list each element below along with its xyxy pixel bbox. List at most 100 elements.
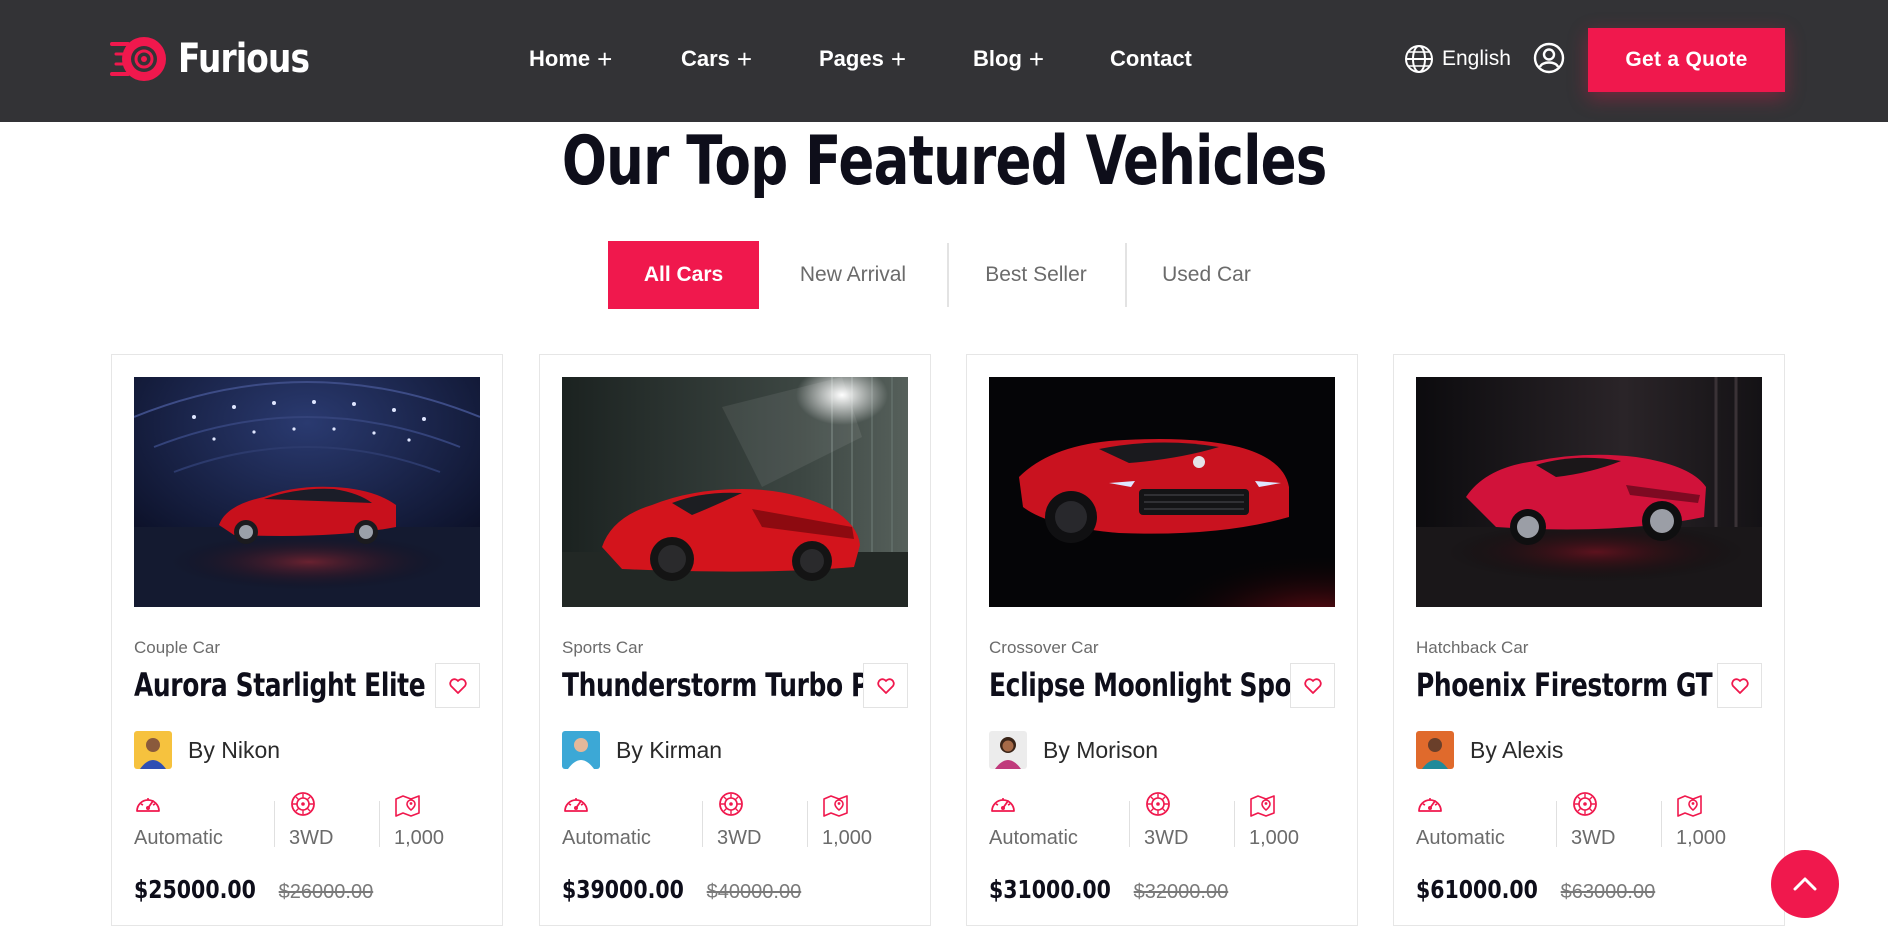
vehicle-image[interactable] bbox=[1416, 377, 1762, 607]
vehicle-author: By Morison bbox=[989, 731, 1158, 769]
spec-divider bbox=[379, 801, 380, 847]
tab-label: Used Car bbox=[1162, 263, 1251, 286]
language-switcher[interactable]: English bbox=[1404, 44, 1511, 74]
favorite-button[interactable] bbox=[435, 663, 480, 708]
spec-value: 3WD bbox=[289, 827, 334, 849]
vehicle-card[interactable]: Crossover Car Eclipse Moonlight Sport By… bbox=[966, 354, 1358, 926]
favorite-button[interactable] bbox=[1717, 663, 1762, 708]
brand-name: Furious bbox=[178, 36, 310, 82]
tab-new-arrival[interactable]: New Arrival bbox=[759, 241, 947, 309]
current-price: $31000.00 bbox=[989, 875, 1111, 904]
spec-divider bbox=[1556, 801, 1557, 847]
wheel-icon bbox=[1573, 792, 1597, 816]
plus-icon: + bbox=[736, 44, 753, 74]
spec-value: 3WD bbox=[1144, 827, 1189, 849]
nav-item-label: Contact bbox=[1110, 46, 1192, 71]
heart-icon bbox=[448, 677, 467, 694]
nav-item-label: Blog bbox=[973, 46, 1022, 71]
vehicle-name[interactable]: Phoenix Firestorm GT bbox=[1416, 665, 1713, 705]
tab-divider bbox=[1125, 243, 1127, 307]
spec-value: 1,000 bbox=[394, 827, 445, 849]
vehicle-name[interactable]: Aurora Starlight Elite bbox=[134, 665, 426, 705]
vehicle-specs: Automatic 3WD 1,000 bbox=[989, 791, 1335, 851]
nav-item-pages[interactable]: Pages + bbox=[819, 44, 973, 74]
spec-transmission: Automatic bbox=[134, 791, 274, 851]
speedometer-icon bbox=[564, 798, 588, 812]
spec-transmission: Automatic bbox=[1416, 791, 1556, 851]
current-price: $25000.00 bbox=[134, 875, 256, 904]
brand-logo[interactable]: Furious bbox=[110, 30, 338, 88]
vehicle-card[interactable]: Sports Car Thunderstorm Turbo Pro By Kir… bbox=[539, 354, 931, 926]
author-name: By Kirman bbox=[616, 736, 723, 763]
spec-value: 1,000 bbox=[1676, 827, 1727, 849]
avatar bbox=[1416, 731, 1454, 769]
old-price: $26000.00 bbox=[278, 881, 374, 903]
current-price: $39000.00 bbox=[562, 875, 684, 904]
spec-mileage: 1,000 bbox=[1661, 791, 1762, 851]
vehicle-card[interactable]: Hatchback Car Phoenix Firestorm GT By Al… bbox=[1393, 354, 1785, 926]
spec-value: 1,000 bbox=[1249, 827, 1300, 849]
spec-divider bbox=[807, 801, 808, 847]
vehicle-specs: Automatic 3WD 1,000 bbox=[1416, 791, 1762, 851]
old-price: $40000.00 bbox=[706, 881, 802, 903]
chevron-up-icon bbox=[1793, 877, 1817, 891]
tab-used-car[interactable]: Used Car bbox=[1125, 241, 1288, 309]
map-pin-icon bbox=[395, 795, 420, 817]
author-name: By Nikon bbox=[188, 736, 281, 763]
current-price: $61000.00 bbox=[1416, 875, 1538, 904]
site-header: Furious Home + Cars + Pages + Blog + Contact… bbox=[0, 0, 1888, 122]
spec-value: Automatic bbox=[134, 827, 223, 849]
vehicle-category: Sports Car bbox=[562, 638, 644, 657]
tab-all-cars[interactable]: All Cars bbox=[608, 241, 759, 309]
spec-drive: 3WD bbox=[1129, 791, 1234, 851]
author-name: By Alexis bbox=[1470, 736, 1564, 763]
vehicle-category: Hatchback Car bbox=[1416, 638, 1529, 657]
speedometer-icon bbox=[991, 798, 1015, 812]
vehicle-price: $61000.00 $63000.00 bbox=[1416, 875, 1655, 904]
map-pin-icon bbox=[1250, 795, 1275, 817]
wheel-icon bbox=[1146, 792, 1170, 816]
nav-item-contact[interactable]: Contact bbox=[1110, 44, 1192, 74]
main-nav: Home + Cars + Pages + Blog + Contact bbox=[529, 44, 1192, 74]
nav-item-blog[interactable]: Blog + bbox=[973, 44, 1110, 74]
vehicle-name[interactable]: Eclipse Moonlight Sport bbox=[989, 665, 1315, 705]
wheel-logo-icon bbox=[110, 37, 166, 81]
spec-divider bbox=[1234, 801, 1235, 847]
vehicle-category: Crossover Car bbox=[989, 638, 1099, 657]
vehicle-image[interactable] bbox=[989, 377, 1335, 607]
spec-value: 1,000 bbox=[822, 827, 873, 849]
nav-item-home[interactable]: Home + bbox=[529, 44, 681, 74]
get-a-quote-button[interactable]: Get a Quote bbox=[1588, 28, 1785, 92]
heart-icon bbox=[1730, 677, 1749, 694]
spec-divider bbox=[1661, 801, 1662, 847]
nav-item-label: Pages bbox=[819, 46, 884, 71]
nav-item-cars[interactable]: Cars + bbox=[681, 44, 819, 74]
spec-mileage: 1,000 bbox=[807, 791, 908, 851]
tab-best-seller[interactable]: Best Seller bbox=[947, 241, 1125, 309]
vehicle-price: $25000.00 $26000.00 bbox=[134, 875, 373, 904]
avatar bbox=[134, 731, 172, 769]
vehicle-image[interactable] bbox=[562, 377, 908, 607]
spec-divider bbox=[1129, 801, 1130, 847]
vehicle-price: $39000.00 $40000.00 bbox=[562, 875, 801, 904]
section-title: Our Top Featured Vehicles bbox=[0, 122, 1888, 202]
favorite-button[interactable] bbox=[863, 663, 908, 708]
vehicle-image[interactable] bbox=[134, 377, 480, 607]
tab-label: New Arrival bbox=[799, 263, 907, 286]
spec-mileage: 1,000 bbox=[1234, 791, 1335, 851]
vehicle-filter-tabs: All Cars New Arrival Best Seller Used Ca… bbox=[608, 241, 1288, 309]
scroll-to-top-button[interactable] bbox=[1771, 850, 1839, 918]
vehicle-specs: Automatic 3WD 1,000 bbox=[562, 791, 908, 851]
vehicle-name[interactable]: Thunderstorm Turbo Pro bbox=[562, 665, 898, 705]
speedometer-icon bbox=[1418, 798, 1442, 812]
favorite-button[interactable] bbox=[1290, 663, 1335, 708]
old-price: $63000.00 bbox=[1560, 881, 1656, 903]
vehicle-specs: Automatic 3WD 1,000 bbox=[134, 791, 480, 851]
avatar bbox=[562, 731, 600, 769]
user-circle-icon[interactable] bbox=[1533, 42, 1565, 74]
plus-icon: + bbox=[597, 44, 613, 74]
vehicle-card[interactable]: Couple Car Aurora Starlight Elite By Nik… bbox=[111, 354, 503, 926]
vehicle-category: Couple Car bbox=[134, 638, 220, 657]
spec-transmission: Automatic bbox=[562, 791, 702, 851]
author-name: By Morison bbox=[1043, 736, 1159, 763]
